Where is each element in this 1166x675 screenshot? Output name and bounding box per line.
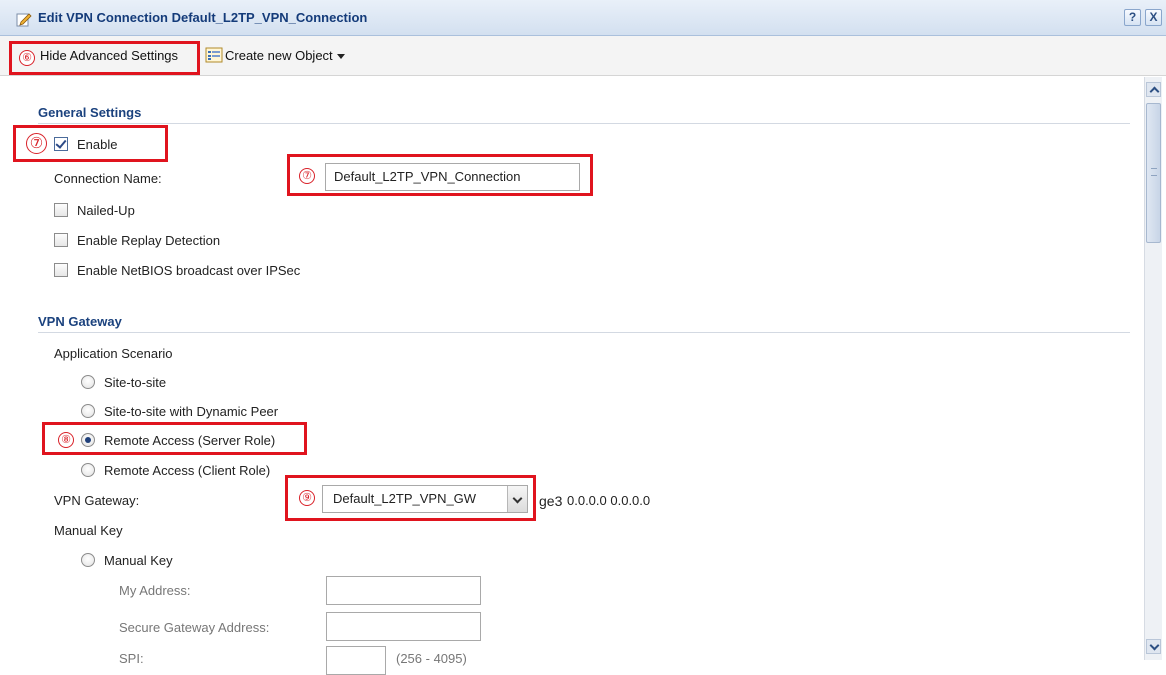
annotation-number-8: ⑧ [58,432,74,448]
window-title-bar: Edit VPN Connection Default_L2TP_VPN_Con… [0,0,1166,36]
site-to-site-label: Site-to-site [104,375,167,390]
annotation-box-hide-advanced [9,41,200,75]
scroll-down-icon[interactable] [1146,639,1161,654]
replay-detection-label: Enable Replay Detection [77,233,221,248]
connection-name-input[interactable]: Default_L2TP_VPN_Connection [325,163,580,191]
site-to-site-dynamic-label: Site-to-site with Dynamic Peer [104,404,279,419]
site-to-site-dynamic-radio[interactable] [81,404,95,418]
nailed-up-label: Nailed-Up [77,203,135,218]
help-button[interactable]: ? [1124,9,1141,26]
remote-access-server-radio[interactable] [81,433,95,447]
spi-label: SPI: [119,651,144,666]
gateway-info-address: 0.0.0.0 0.0.0.0 [567,493,651,508]
remote-access-client-label: Remote Access (Client Role) [104,463,271,478]
netbios-label: Enable NetBIOS broadcast over IPSec [77,263,301,278]
my-address-label: My Address: [119,583,191,598]
spi-input[interactable] [326,646,386,675]
annotation-number-6: ⑥ [19,50,35,66]
replay-detection-checkbox[interactable] [54,233,68,247]
section-divider [38,123,1130,124]
scroll-up-icon[interactable] [1146,82,1161,97]
close-button[interactable]: X [1145,9,1162,26]
spi-range-label: (256 - 4095) [396,651,467,666]
vpn-gateway-title: VPN Gateway [38,314,122,329]
vpn-gateway-select[interactable]: Default_L2TP_VPN_GW [322,485,528,513]
my-address-input[interactable] [326,576,481,605]
annotation-number-7: ⑦ [26,133,47,154]
manual-key-radio[interactable] [81,553,95,567]
vpn-gateway-label: VPN Gateway: [54,493,140,508]
vpn-gateway-value: Default_L2TP_VPN_GW [333,491,477,506]
create-new-object-button[interactable]: Create new Object [205,47,345,63]
general-settings-title: General Settings [38,105,142,120]
secure-gateway-label: Secure Gateway Address: [119,620,270,635]
chevron-down-icon[interactable] [507,486,527,512]
annotation-number-9: ⑨ [299,490,315,506]
netbios-checkbox[interactable] [54,263,68,277]
site-to-site-radio[interactable] [81,375,95,389]
remote-access-server-label: Remote Access (Server Role) [104,433,276,448]
secure-gateway-input[interactable] [326,612,481,641]
enable-label: Enable [77,137,118,152]
application-scenario-label: Application Scenario [54,346,173,361]
connection-name-label: Connection Name: [54,171,162,186]
vertical-scrollbar[interactable] [1144,77,1162,660]
remote-access-client-radio[interactable] [81,463,95,477]
object-list-icon [205,47,223,63]
enable-checkbox[interactable] [54,137,68,151]
gateway-info-interface: ge3 [539,493,563,509]
manual-key-radio-label: Manual Key [104,553,173,568]
chevron-down-icon [336,54,345,59]
annotation-number-7b: ⑦ [299,168,315,184]
nailed-up-checkbox[interactable] [54,203,68,217]
scroll-thumb[interactable] [1146,103,1161,243]
manual-key-section-label: Manual Key [54,523,123,538]
window-title: Edit VPN Connection Default_L2TP_VPN_Con… [38,10,368,25]
edit-pencil-icon [16,13,32,27]
section-divider [38,332,1130,333]
create-new-object-label: Create new Object [225,47,333,63]
